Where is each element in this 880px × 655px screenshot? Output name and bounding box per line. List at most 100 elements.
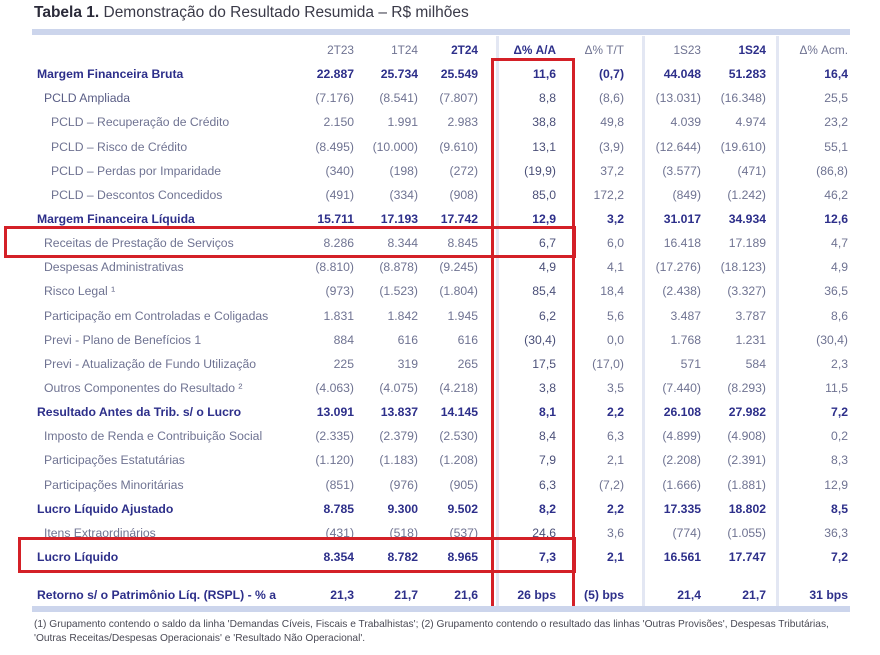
cell-value: (7,2) bbox=[598, 477, 624, 492]
cell-value: (973) bbox=[325, 284, 354, 299]
cell-value: 27.982 bbox=[728, 405, 766, 420]
cell-value: (30,4) bbox=[816, 332, 848, 347]
cell-value: (86,8) bbox=[816, 163, 848, 178]
cell-value: 4,1 bbox=[607, 260, 624, 275]
cell-value: 3,6 bbox=[607, 525, 624, 540]
cell-value: (2.208) bbox=[662, 453, 701, 468]
row-label: Previ - Plano de Benefícios 1 bbox=[44, 332, 202, 347]
cell-value: 36,5 bbox=[824, 284, 848, 299]
cell-value: 884 bbox=[333, 332, 354, 347]
cell-value: 1.842 bbox=[387, 308, 419, 323]
cell-value: 2.150 bbox=[323, 115, 355, 130]
cell-value: 46,2 bbox=[824, 187, 848, 202]
cell-value: (9.610) bbox=[439, 139, 478, 154]
row-label: Risco Legal ¹ bbox=[44, 284, 116, 299]
cell-value: (1.120) bbox=[315, 453, 354, 468]
highlight-yoy-column bbox=[491, 58, 575, 610]
cell-value: (4.075) bbox=[379, 381, 418, 396]
cell-value: (849) bbox=[672, 187, 701, 202]
cell-value: (4.908) bbox=[727, 429, 766, 444]
cell-value: 3.787 bbox=[735, 308, 767, 323]
table-row: Despesas Administrativas (8.810) (8.878) (9… bbox=[32, 255, 850, 279]
cell-value: (10.000) bbox=[372, 139, 418, 154]
table-row: PCLD – Descontos Concedidos (491) (334) (90… bbox=[32, 183, 850, 207]
row-label: Despesas Administrativas bbox=[44, 260, 184, 275]
cell-value: 172,2 bbox=[593, 187, 625, 202]
cell-value: (1.881) bbox=[727, 477, 766, 492]
cell-value: (1.523) bbox=[379, 284, 418, 299]
cell-value: 7,2 bbox=[831, 550, 848, 565]
cell-value: 7,2 bbox=[831, 405, 848, 420]
cell-value: (7.807) bbox=[439, 91, 478, 106]
table-row: Imposto de Renda e Contribuição Social (2… bbox=[32, 424, 850, 448]
row-label: PCLD – Descontos Concedidos bbox=[51, 187, 223, 202]
cell-value: 1.945 bbox=[447, 308, 479, 323]
table-row: Participações Estatutárias (1.120) (1.183)… bbox=[32, 448, 850, 472]
cell-value: (3.577) bbox=[662, 163, 701, 178]
cell-value: 25.549 bbox=[440, 67, 478, 82]
cell-value: 2,2 bbox=[607, 405, 624, 420]
cell-value: 14.145 bbox=[440, 405, 478, 420]
cell-value: 37,2 bbox=[600, 163, 624, 178]
cell-value: 55,1 bbox=[824, 139, 848, 154]
cell-value: 584 bbox=[745, 356, 766, 371]
row-label: Previ - Atualização de Fundo Utilização bbox=[44, 356, 257, 371]
cell-value: 616 bbox=[457, 332, 478, 347]
cell-value: 9.502 bbox=[447, 501, 479, 516]
column-header: Δ% T/T bbox=[584, 43, 624, 58]
cell-value: 17.747 bbox=[728, 550, 766, 565]
cell-value: 2,1 bbox=[607, 453, 624, 468]
cell-value: (8.878) bbox=[379, 260, 418, 275]
cell-value: (272) bbox=[449, 163, 478, 178]
cell-value: 225 bbox=[333, 356, 354, 371]
cell-value: 2,1 bbox=[607, 550, 624, 565]
cell-value: (198) bbox=[389, 163, 418, 178]
cell-value: 26.108 bbox=[663, 405, 701, 420]
cell-value: 25.734 bbox=[380, 67, 418, 82]
table-row: Participação em Controladas e Coligadas 1… bbox=[32, 304, 850, 328]
highlight-services-row bbox=[4, 226, 576, 258]
column-header: 2T23 bbox=[327, 43, 354, 58]
table-row: PCLD – Perdas por Imparidade (340) (198) (2… bbox=[32, 159, 850, 183]
header-row: 2T23 1T24 2T24 Δ% A/A Δ% T/T 1S23 1S24 Δ% Acm. bbox=[32, 38, 850, 62]
cell-value: 6,0 bbox=[607, 236, 624, 251]
cell-value: (18.123) bbox=[720, 260, 766, 275]
cell-value: 6,3 bbox=[607, 429, 624, 444]
cell-value: (976) bbox=[389, 477, 418, 492]
cell-value: 1.991 bbox=[387, 115, 419, 130]
cell-value: 8,3 bbox=[831, 453, 848, 468]
cell-value: 25,5 bbox=[824, 91, 848, 106]
cell-value: (4.899) bbox=[662, 429, 701, 444]
cell-value: (8.541) bbox=[379, 91, 418, 106]
cell-value: (471) bbox=[737, 163, 766, 178]
table-row: Previ - Atualização de Fundo Utilização 2… bbox=[32, 352, 850, 376]
cell-value: (16.348) bbox=[720, 91, 766, 106]
cell-value: 44.048 bbox=[663, 67, 701, 82]
row-label: Participações Estatutárias bbox=[44, 453, 185, 468]
cell-value: 11,5 bbox=[825, 381, 848, 396]
cell-value: 4,7 bbox=[831, 236, 848, 251]
cell-value: 4.974 bbox=[735, 115, 767, 130]
cell-value: 17.335 bbox=[663, 501, 701, 516]
column-header: 1S23 bbox=[673, 43, 701, 58]
cell-value: 8.785 bbox=[323, 501, 355, 516]
row-label: Outros Componentes do Resultado ² bbox=[44, 381, 243, 396]
table-row: PCLD Ampliada (7.176) (8.541) (7.807) 8,8 (8,… bbox=[32, 86, 850, 110]
column-header: Δ% Acm. bbox=[799, 43, 848, 58]
cell-value: 3.487 bbox=[670, 308, 702, 323]
cell-value: 13.837 bbox=[380, 405, 418, 420]
cell-value: (1.055) bbox=[727, 525, 766, 540]
table-row: Margem Financeira Bruta 22.887 25.734 25.54… bbox=[32, 62, 850, 86]
cell-value: 12,9 bbox=[824, 477, 848, 492]
cell-value: (8.810) bbox=[315, 260, 354, 275]
cell-value: (2.391) bbox=[727, 453, 766, 468]
column-header: 1S24 bbox=[738, 43, 766, 58]
table-row: Resultado Antes da Trib. s/ o Lucro 13.09… bbox=[32, 400, 850, 424]
cell-value: 0,0 bbox=[607, 332, 624, 347]
cell-value: 2,3 bbox=[831, 356, 848, 371]
row-label: Margem Financeira Bruta bbox=[37, 67, 184, 82]
cell-value: (7.176) bbox=[315, 91, 354, 106]
cell-value: (4.218) bbox=[439, 381, 478, 396]
table-bottom-rule bbox=[32, 606, 850, 612]
cell-value: (8.495) bbox=[315, 139, 354, 154]
